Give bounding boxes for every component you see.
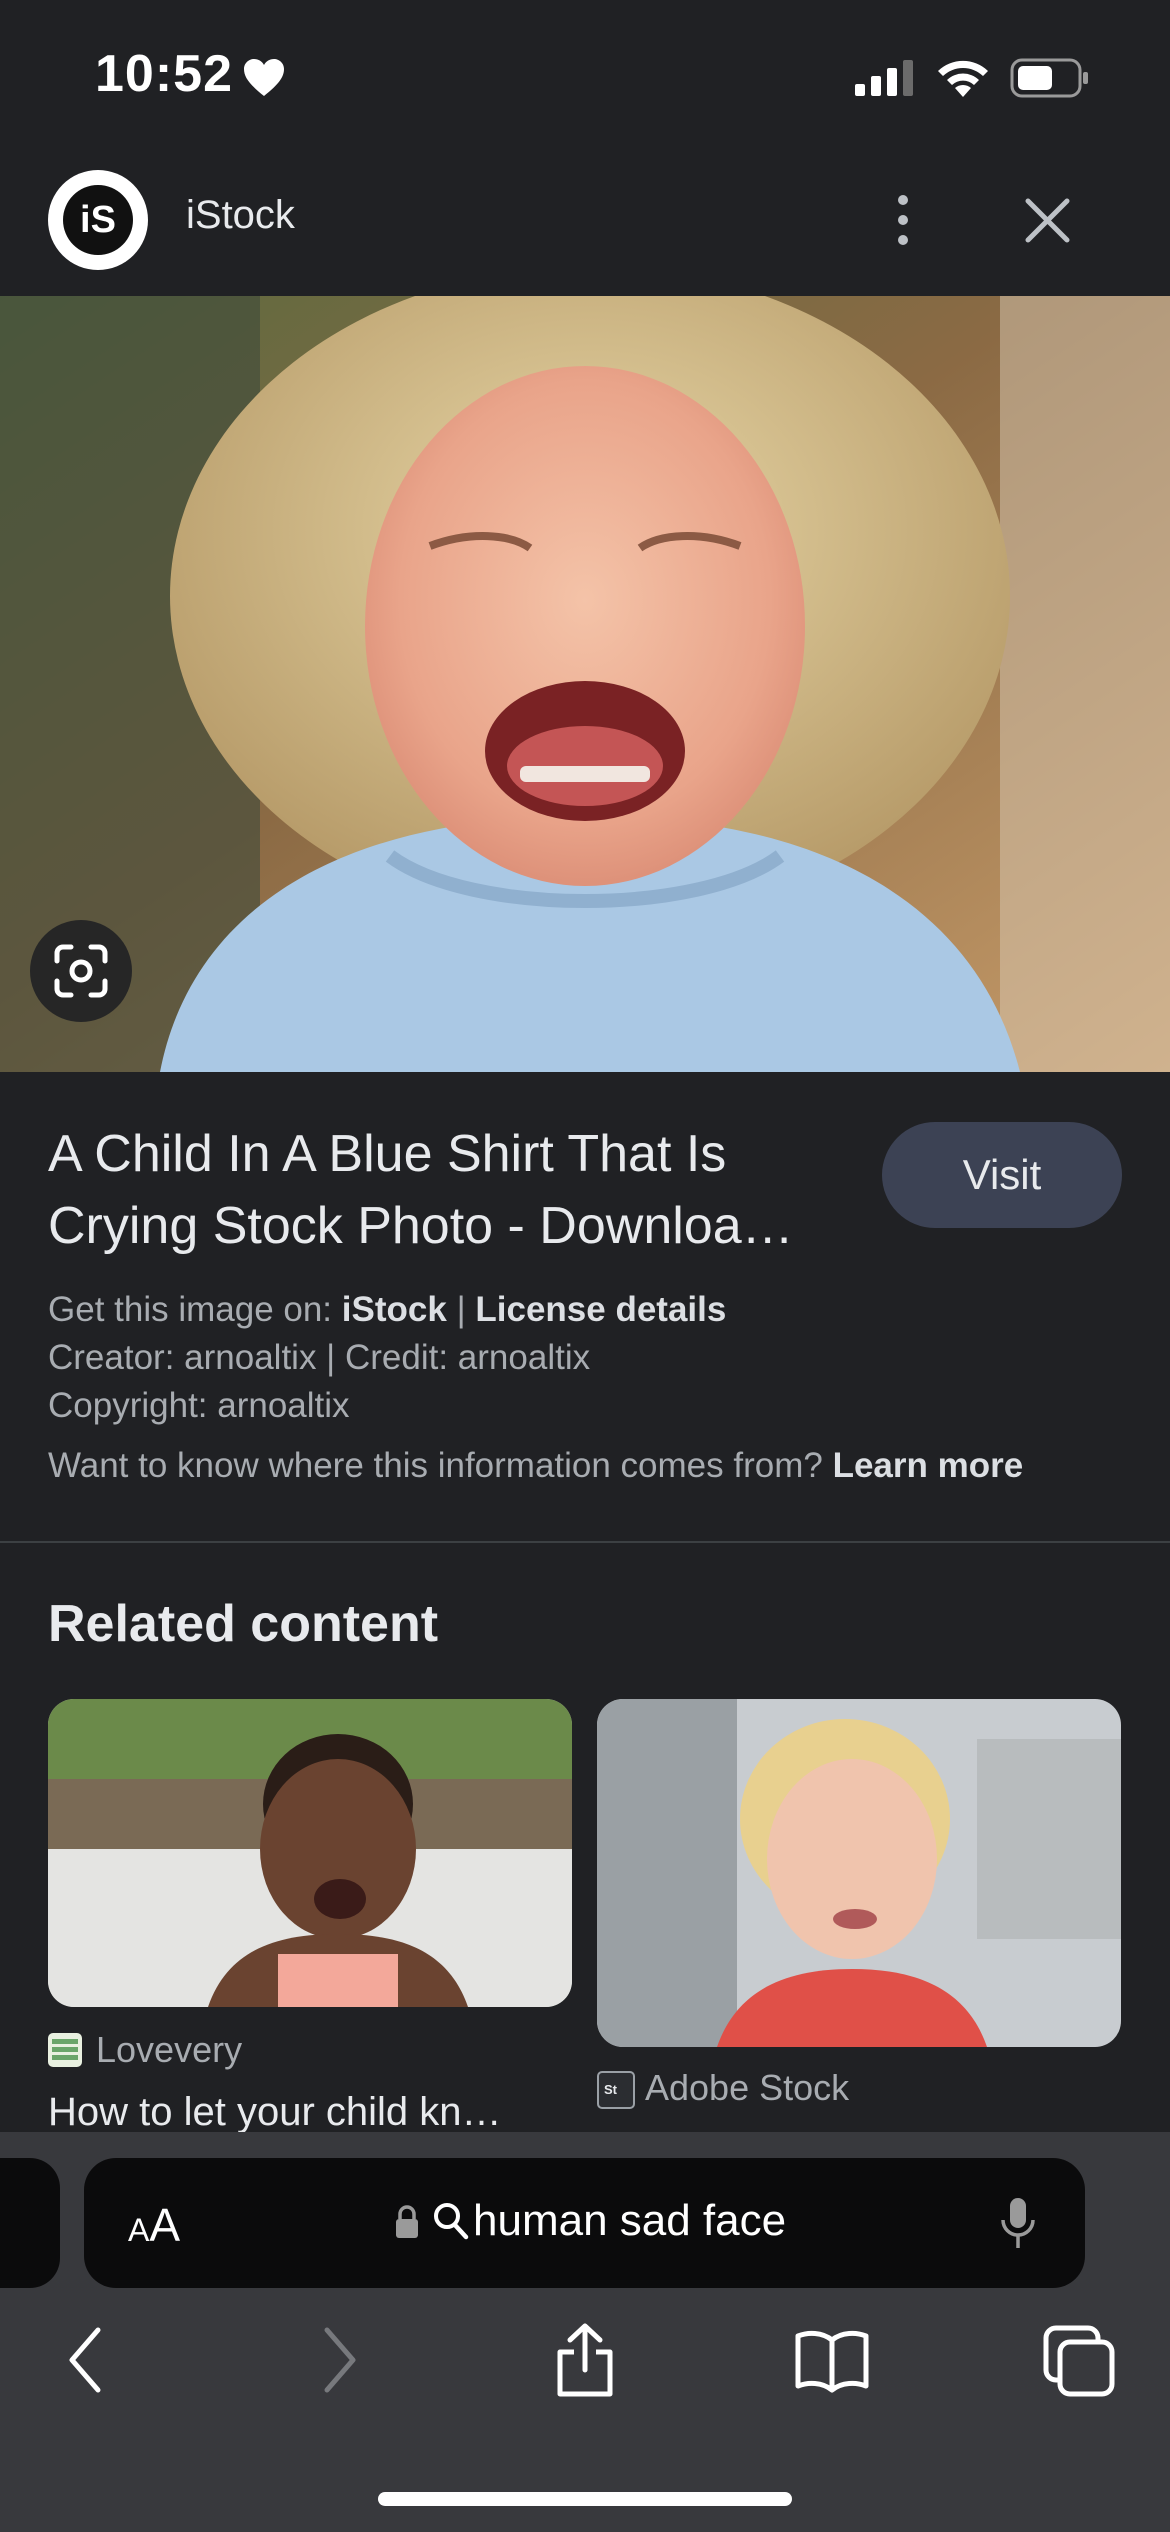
previous-tab-peek[interactable] (0, 2158, 60, 2288)
heart-icon (244, 59, 284, 96)
info-source-line: Want to know where this information come… (48, 1446, 1023, 1486)
copyright-line: Copyright: arnoaltix (48, 1386, 350, 1425)
forward-chevron-icon[interactable] (315, 2320, 365, 2400)
related-source-adobe-stock[interactable]: Adobe Stock (645, 2067, 849, 2109)
battery-icon (1010, 58, 1088, 98)
site-logo-mark: iS (63, 185, 133, 255)
info-question: Want to know where this information come… (48, 1446, 823, 1485)
home-indicator[interactable] (378, 2492, 792, 2506)
learn-more-link[interactable]: Learn more (833, 1446, 1024, 1485)
related-heading: Related content (48, 1595, 439, 1653)
related-card-image[interactable] (48, 1699, 572, 2007)
lock-icon (396, 2205, 418, 2238)
site-name[interactable]: iStock (186, 193, 295, 238)
lovevery-logo-icon (52, 2039, 78, 2060)
crying-child-photo (0, 296, 1170, 1072)
crying-blonde-toddler-photo (597, 1699, 1121, 2047)
bookmarks-book-icon[interactable] (792, 2320, 872, 2400)
adobe-stock-logo-icon: St (604, 2082, 618, 2097)
site-logo[interactable]: iS (48, 170, 148, 270)
get-image-line: Get this image on: iStock | License deta… (48, 1290, 726, 1330)
page-settings-button[interactable]: AA (128, 2198, 180, 2252)
result-title[interactable]: A Child In A Blue Shirt That Is Crying S… (48, 1118, 868, 1262)
creator-credit-line: Creator: arnoaltix | Credit: arnoaltix (48, 1338, 591, 1377)
share-icon[interactable] (550, 2320, 620, 2400)
microphone-icon[interactable] (1000, 2196, 1036, 2252)
result-image[interactable] (0, 296, 1170, 1072)
lovevery-favicon (48, 2033, 82, 2067)
aa-small: A (128, 2212, 150, 2248)
related-source-lovevery[interactable]: Lovevery (96, 2029, 242, 2071)
related-card-title[interactable]: How to let your child kn… (48, 2090, 502, 2135)
visit-button[interactable]: Visit (882, 1122, 1122, 1228)
google-lens-button[interactable] (30, 920, 132, 1022)
more-vert-icon[interactable] (880, 190, 926, 250)
back-chevron-icon[interactable] (60, 2320, 110, 2400)
search-icon (434, 2203, 469, 2240)
svg-text:St: St (604, 2082, 618, 2097)
wifi-icon (938, 60, 988, 97)
cellular-signal-icon (855, 60, 913, 96)
license-details-link[interactable]: License details (475, 1290, 726, 1329)
get-image-source-link[interactable]: iStock (342, 1290, 447, 1329)
close-icon[interactable] (1020, 193, 1075, 248)
divider (0, 1541, 1170, 1543)
aa-big: A (149, 2199, 181, 2251)
address-bar-text[interactable]: human sad face (473, 2196, 786, 2246)
adobe-stock-favicon: St (597, 2071, 635, 2109)
get-image-prefix: Get this image on: (48, 1290, 333, 1329)
tabs-icon[interactable] (1040, 2320, 1120, 2400)
crying-toddler-photo (48, 1699, 572, 2007)
google-lens-icon (54, 944, 108, 998)
meta-separator: | (456, 1290, 466, 1329)
related-card-image[interactable] (597, 1699, 1121, 2047)
status-time: 10:52 (95, 45, 233, 103)
